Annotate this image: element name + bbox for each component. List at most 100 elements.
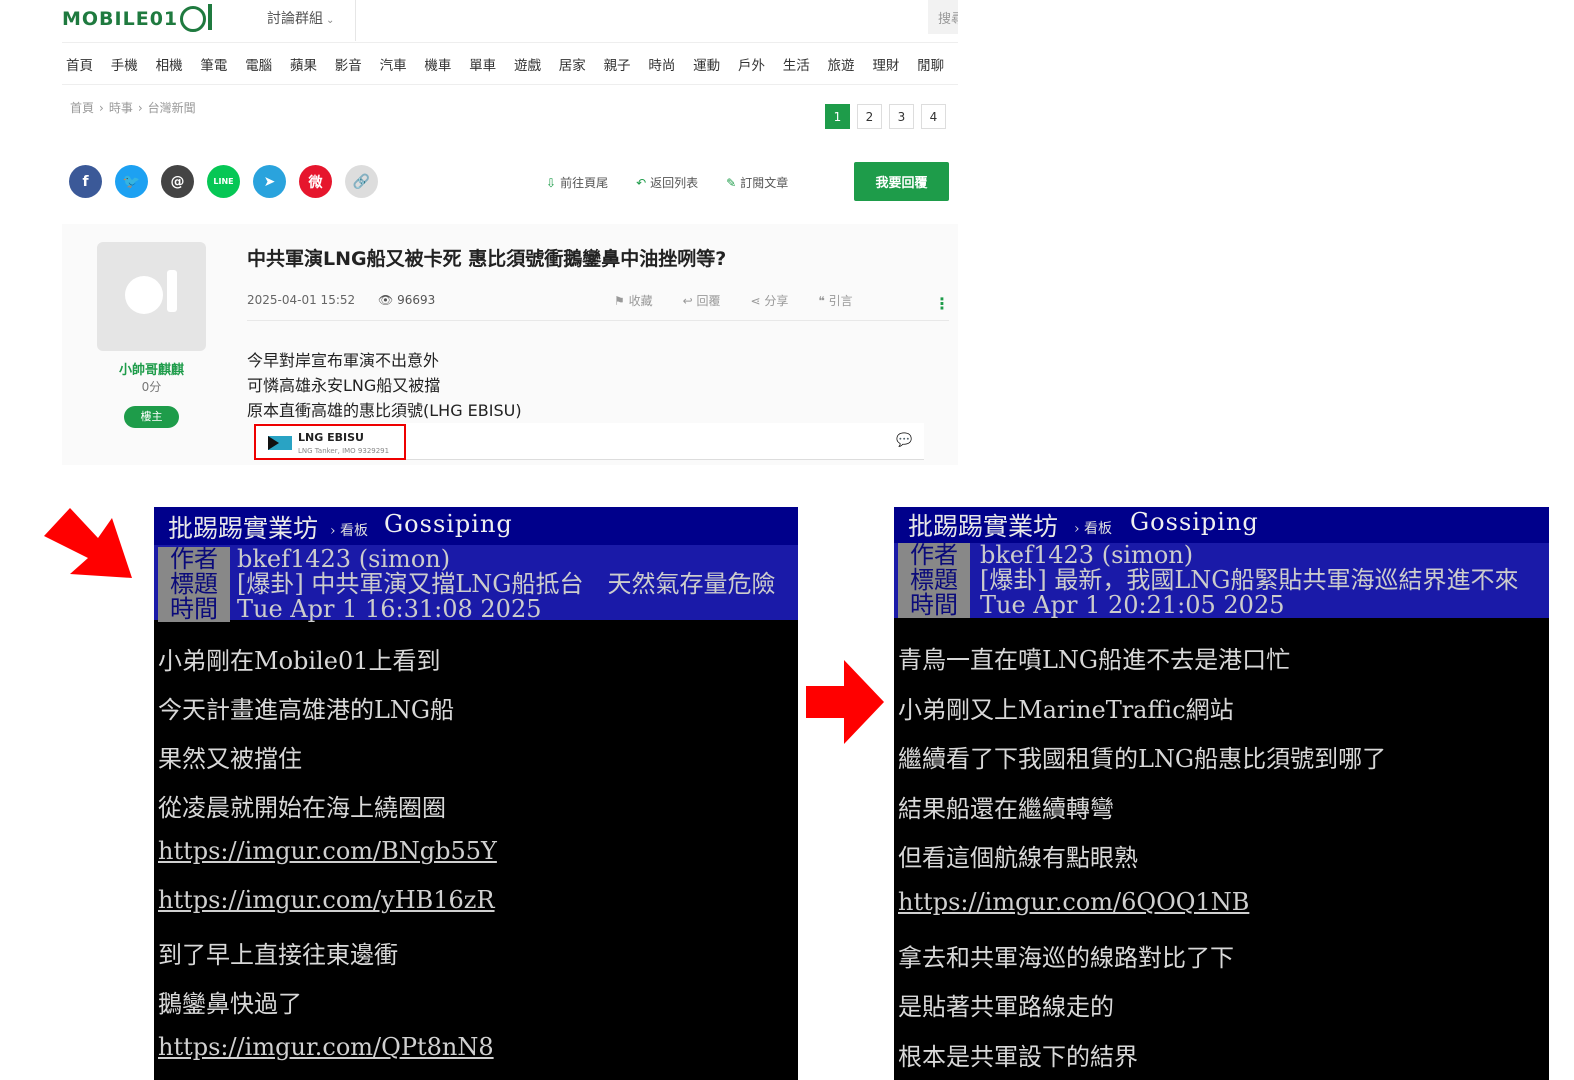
facebook-icon[interactable]: f: [69, 165, 102, 198]
search-input[interactable]: 搜尋: [928, 0, 958, 34]
article-meta: 作者 bkef1423 (simon) 標題 [爆卦] 中共軍演又擋LNG船抵台…: [154, 545, 798, 623]
save-label: 收藏: [628, 294, 653, 308]
forum-groups-menu[interactable]: 討論群組 ⌄: [267, 8, 334, 28]
article-line: 果然又被擋住: [158, 745, 302, 773]
article-line: 是貼著共軍路線走的: [898, 993, 1114, 1022]
nav-item[interactable]: 影音: [335, 54, 376, 74]
forum-groups-label: 討論群組: [267, 11, 323, 27]
last-page-link[interactable]: ⇩ 前往頁尾: [546, 174, 608, 191]
ptt-site-name[interactable]: 批踢踢實業坊: [168, 509, 318, 545]
page-button[interactable]: 2: [857, 104, 882, 129]
vessel-subtitle: LNG Tanker, IMO 9329291: [298, 447, 390, 455]
nav-item[interactable]: 筆電: [200, 54, 241, 74]
nav-item[interactable]: 機車: [424, 54, 465, 74]
nav-item[interactable]: 居家: [559, 54, 600, 74]
nav-item[interactable]: 汽車: [380, 54, 421, 74]
reply-button[interactable]: 我要回覆: [854, 162, 949, 201]
article-line: 結果船還在繼續轉彎: [898, 794, 1114, 823]
nav-item[interactable]: 戶外: [738, 54, 779, 74]
arrow-shape: [806, 660, 884, 744]
article-link[interactable]: https://imgur.com/yHB16zR: [158, 886, 495, 914]
author-score: 0分: [141, 380, 162, 394]
ptt-header-bar: 批踢踢實業坊 › 看板 Gossiping: [154, 507, 798, 545]
search-placeholder: 搜尋: [938, 12, 958, 27]
share-bar: f 🐦 @ LINE ➤ 微 🔗: [69, 165, 378, 198]
nav-item[interactable]: 親子: [604, 54, 645, 74]
article-link[interactable]: https://imgur.com/6QOQ1NB: [898, 888, 1249, 916]
nav-item[interactable]: 閒聊: [917, 54, 958, 74]
reply-link[interactable]: ↩ 回覆: [683, 292, 721, 309]
meta-value-time: Tue Apr 1 16:31:08 2025: [237, 595, 542, 623]
logo-text: MOBILE01: [62, 8, 179, 30]
more-options-icon[interactable]: ⋮: [934, 294, 950, 313]
meta-label-title: 標題: [158, 572, 230, 597]
meta-label-author: 作者: [898, 543, 970, 568]
page-button[interactable]: 1: [825, 104, 850, 129]
post-tools: ⚑ 收藏 ↩ 回覆 ⋖ 分享 ❝ 引言: [614, 292, 853, 309]
nav-item[interactable]: 時尚: [648, 54, 689, 74]
share-button[interactable]: ⋖ 分享: [750, 292, 788, 309]
vessel-embed: LNG EBISU LNG Tanker, IMO 9329291 💬: [254, 423, 924, 460]
ptt-site-name[interactable]: 批踢踢實業坊: [908, 507, 1058, 543]
board-crumb: › 看板: [1074, 521, 1113, 537]
meta-value-author: bkef1423 (simon): [980, 541, 1194, 569]
article-line: 但看這個航線有點眼熟: [898, 844, 1138, 873]
line-icon[interactable]: LINE: [207, 165, 240, 198]
nav-item[interactable]: 理財: [872, 54, 913, 74]
article-line: 繼續看了下我國租賃的LNG船惠比須號到哪了: [898, 745, 1387, 774]
nav-item[interactable]: 運動: [693, 54, 734, 74]
page-button[interactable]: 3: [889, 104, 914, 129]
back-to-list-link[interactable]: ↶ 返回列表: [636, 174, 698, 191]
nav-item[interactable]: 生活: [783, 54, 824, 74]
divider: [247, 320, 949, 321]
post-line: 今早對岸宣布軍演不出意外: [247, 351, 440, 370]
article-link[interactable]: https://imgur.com/QPt8nN8: [158, 1033, 494, 1061]
meta-label-time: 時間: [898, 593, 970, 618]
subscribe-link[interactable]: ✎ 訂閱文章: [726, 174, 788, 191]
nav-item[interactable]: 相機: [156, 54, 197, 74]
article-line: 到了早上直接往東邊衝: [158, 941, 398, 969]
board-name[interactable]: Gossiping: [1130, 508, 1259, 536]
nav-item[interactable]: 手機: [111, 54, 152, 74]
ptt-post-right: 批踢踢實業坊 › 看板 Gossiping 作者 bkef1423 (simon…: [894, 507, 1549, 1080]
nav-item[interactable]: 單車: [469, 54, 510, 74]
original-poster-badge: 樓主: [124, 406, 179, 428]
breadcrumb-item[interactable]: 首頁: [70, 101, 94, 115]
meta-label-title: 標題: [898, 568, 970, 593]
breadcrumb-item[interactable]: 時事: [109, 101, 133, 115]
link-icon[interactable]: 🔗: [345, 165, 378, 198]
nav-item[interactable]: 蘋果: [290, 54, 331, 74]
quote-button[interactable]: ❝ 引言: [818, 292, 852, 309]
share-icon: ⋖: [750, 294, 765, 308]
pagination: 1234: [825, 104, 946, 129]
article-line: 拿去和共軍海巡的線路對比了下: [898, 943, 1234, 972]
telegram-icon[interactable]: ➤: [253, 165, 286, 198]
subscribe-label: 訂閱文章: [740, 176, 789, 190]
back-to-list-label: 返回列表: [650, 176, 699, 190]
nav-item[interactable]: 旅遊: [828, 54, 869, 74]
share-label: 分享: [764, 294, 789, 308]
chat-icon[interactable]: 💬: [896, 433, 912, 448]
nav-item[interactable]: 首頁: [66, 54, 107, 74]
mobile01-logo[interactable]: MOBILE01: [62, 4, 213, 34]
board-name[interactable]: Gossiping: [384, 510, 513, 538]
meta-label-time: 時間: [158, 597, 230, 622]
nav-item[interactable]: 電腦: [245, 54, 286, 74]
avatar[interactable]: [97, 242, 206, 351]
save-button[interactable]: ⚑ 收藏: [614, 292, 653, 309]
vessel-card[interactable]: LNG EBISU LNG Tanker, IMO 9329291: [254, 424, 406, 460]
threads-icon[interactable]: @: [161, 165, 194, 198]
bahamas-flag-icon: [268, 436, 292, 450]
twitter-icon[interactable]: 🐦: [115, 165, 148, 198]
author-name[interactable]: 小帥哥麒麒: [97, 359, 206, 378]
post-views: 👁 96693: [378, 293, 435, 307]
nav-item[interactable]: 遊戲: [514, 54, 555, 74]
post-line: 可憐高雄永安LNG船又被擋: [247, 376, 441, 395]
page-button[interactable]: 4: [921, 104, 946, 129]
breadcrumb-item[interactable]: 台灣新聞: [148, 101, 196, 115]
last-page-label: 前往頁尾: [560, 176, 609, 190]
chevron-down-icon: ⌄: [326, 15, 335, 26]
article-link[interactable]: https://imgur.com/BNgb55Y: [158, 837, 497, 865]
article-meta: 作者 bkef1423 (simon) 標題 [爆卦] 最新，我國LNG船緊貼共…: [894, 543, 1549, 618]
weibo-icon[interactable]: 微: [299, 165, 332, 198]
